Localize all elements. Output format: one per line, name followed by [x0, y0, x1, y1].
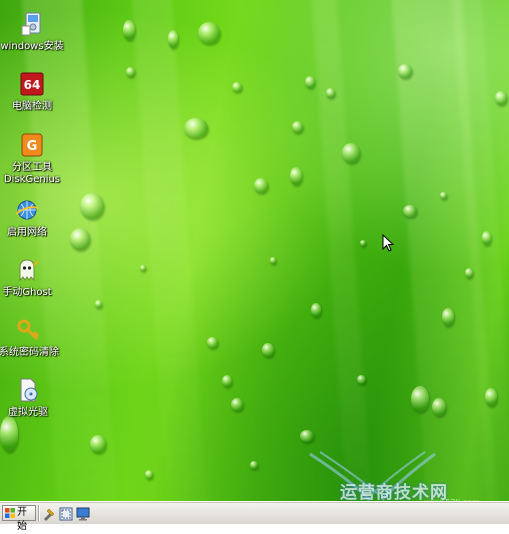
mouse-cursor-icon — [382, 233, 395, 252]
ghost-icon — [13, 256, 41, 284]
icon-label: 系统密码清除 — [0, 347, 59, 358]
diskgenius-icon: G — [18, 131, 46, 159]
taskbar-separator — [38, 505, 40, 521]
icon-label-secondary: DiskGenius — [3, 174, 61, 185]
desktop-icon-ghost[interactable]: 手动Ghost — [0, 256, 59, 299]
capture-icon[interactable] — [59, 506, 73, 521]
desktop-icon-windows-install[interactable]: windows安装 — [0, 10, 64, 53]
virtual-drive-icon — [14, 376, 42, 404]
desktop-icon-password-clear[interactable]: 系统密码清除 — [0, 316, 61, 359]
icon-label: 虚拟光驱 — [8, 407, 48, 418]
start-label: 开始 — [17, 507, 27, 532]
monitor-icon[interactable] — [76, 506, 90, 521]
icon-label: 启用网络 — [7, 227, 47, 238]
desktop-icon-network[interactable]: 启用网络 — [0, 196, 59, 239]
windows-install-icon — [18, 10, 46, 38]
desktop-wallpaper — [0, 0, 509, 501]
start-button[interactable]: 开始 — [2, 505, 36, 532]
network-globe-icon — [13, 196, 41, 224]
tool-icon[interactable] — [42, 506, 56, 521]
svg-text:G: G — [27, 139, 38, 154]
icon-label: 手动Ghost — [2, 287, 52, 298]
desktop-icon-hardware-check[interactable]: 64 电脑检测 — [0, 70, 64, 113]
taskbar: 开始 — [0, 501, 509, 532]
key-icon — [15, 316, 43, 344]
icon-label: windows安装 — [0, 41, 64, 52]
desktop-icon-diskgenius[interactable]: G 分区工具 DiskGenius — [0, 131, 64, 186]
desktop-icon-virtual-drive[interactable]: 虚拟光驱 — [0, 376, 60, 419]
icon-label: 电脑检测 — [12, 101, 52, 112]
windows-logo-icon — [5, 508, 15, 518]
icon-label: 分区工具 — [12, 162, 52, 173]
svg-text:64: 64 — [24, 78, 41, 92]
hardware-check-64-icon: 64 — [18, 70, 46, 98]
